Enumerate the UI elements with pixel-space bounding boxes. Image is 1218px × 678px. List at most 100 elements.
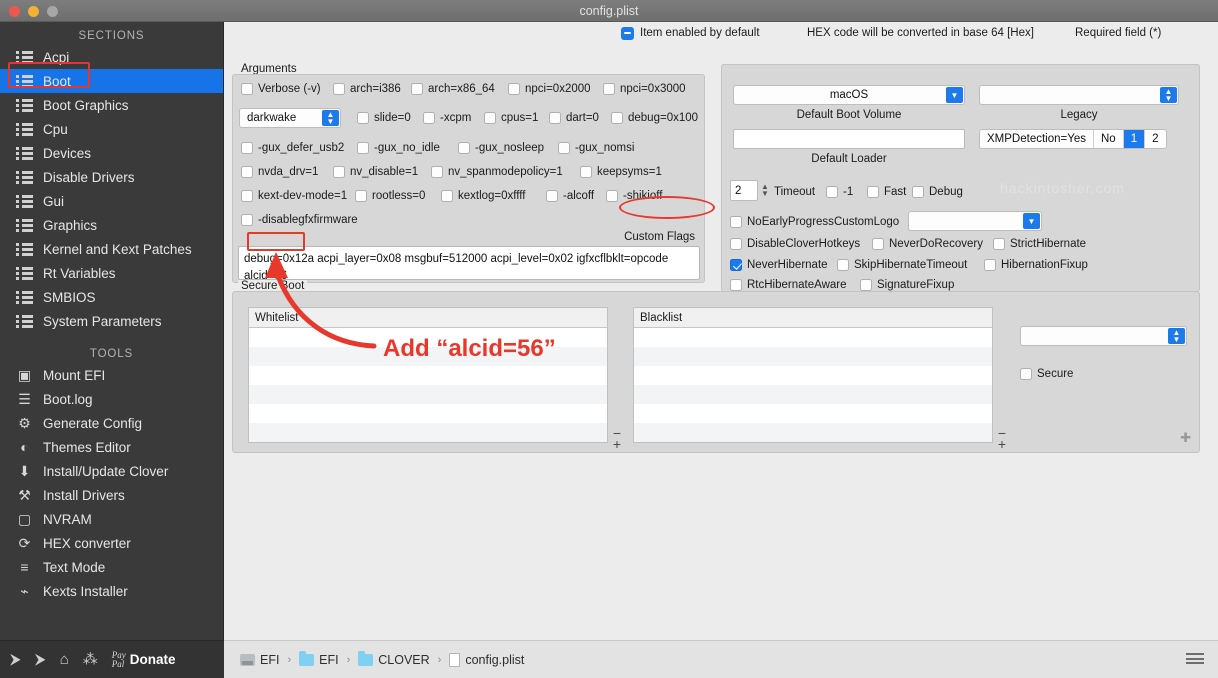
table-row[interactable]: [634, 347, 992, 366]
checkbox-box[interactable]: [730, 279, 742, 291]
sidebar-tool-generate-config[interactable]: ⚙ Generate Config: [0, 411, 223, 435]
checkbox-box[interactable]: [508, 83, 520, 95]
checkbox-xcpm[interactable]: -xcpm: [423, 112, 471, 124]
checkbox-kext-dev-mode[interactable]: kext-dev-mode=1: [241, 190, 347, 202]
checkbox-never-do-recovery[interactable]: NeverDoRecovery: [872, 238, 983, 250]
checkbox-gux-nomsi[interactable]: -gux_nomsi: [558, 142, 634, 154]
table-row[interactable]: [634, 328, 992, 347]
checkbox-box[interactable]: [355, 190, 367, 202]
blacklist-table[interactable]: Blacklist: [633, 307, 993, 443]
segment-xmpdetection-yes[interactable]: XMPDetection=Yes: [980, 130, 1094, 148]
table-row[interactable]: [634, 423, 992, 442]
chevron-down-icon[interactable]: ▼: [1023, 213, 1040, 229]
breadcrumb-item-config-plist[interactable]: config.plist: [449, 652, 524, 667]
checkbox-box[interactable]: [357, 112, 369, 124]
import-icon[interactable]: ⮞: [10, 652, 21, 667]
sidebar-item-system-parameters[interactable]: System Parameters: [0, 309, 223, 333]
sidebar-tool-kexts-installer[interactable]: ⌁ Kexts Installer: [0, 579, 223, 603]
checkbox-gux-defer-usb2[interactable]: -gux_defer_usb2: [241, 142, 344, 154]
checkbox-nv-disable[interactable]: nv_disable=1: [333, 166, 418, 178]
table-row[interactable]: [249, 328, 607, 347]
checkbox-box[interactable]: [730, 216, 742, 228]
checkbox-box[interactable]: [826, 186, 838, 198]
checkbox-box[interactable]: [357, 142, 369, 154]
chevron-updown-icon[interactable]: ▲ ▼: [1160, 87, 1177, 103]
checkbox-box[interactable]: [241, 214, 253, 226]
checkbox-arch-i386[interactable]: arch=i386: [333, 83, 401, 95]
checkbox-box[interactable]: [611, 112, 623, 124]
checkbox-disable-clover-hotkeys[interactable]: DisableCloverHotkeys: [730, 238, 860, 250]
checkbox-nv-spanmodepolicy[interactable]: nv_spanmodepolicy=1: [431, 166, 563, 178]
chevron-updown-icon[interactable]: ▲ ▼: [1168, 328, 1185, 344]
breadcrumb-item-clover[interactable]: CLOVER: [358, 650, 430, 667]
checkbox-rootless[interactable]: rootless=0: [355, 190, 425, 202]
checkbox-box[interactable]: [730, 238, 742, 250]
checkbox-cpus-1[interactable]: cpus=1: [484, 112, 538, 124]
chevron-down-icon[interactable]: ▼: [946, 87, 963, 103]
table-row[interactable]: [634, 366, 992, 385]
checkbox-no-early-progress[interactable]: NoEarlyProgress: [730, 216, 834, 228]
sidebar-item-boot[interactable]: Boot: [0, 69, 223, 93]
table-row[interactable]: [249, 404, 607, 423]
checkbox-box[interactable]: [606, 190, 618, 202]
timeout-stepper[interactable]: ▲ ▼: [759, 180, 771, 200]
share-icon[interactable]: ⁂: [83, 652, 98, 667]
checkbox-disablegfxfirmware[interactable]: -disablegfxfirmware: [241, 214, 358, 226]
stepper-down-icon[interactable]: ▼: [761, 190, 769, 198]
checkbox-strict-hibernate[interactable]: StrictHibernate: [993, 238, 1086, 250]
default-loader-input[interactable]: [733, 129, 965, 149]
export-icon[interactable]: ⮞: [35, 652, 46, 667]
checkbox-box[interactable]: [872, 238, 884, 250]
checkbox-gux-nosleep[interactable]: -gux_nosleep: [458, 142, 544, 154]
checkbox-signature-fixup[interactable]: SignatureFixup: [860, 279, 954, 291]
checkbox-box[interactable]: [333, 83, 345, 95]
checkbox-npci-2000[interactable]: npci=0x2000: [508, 83, 591, 95]
checkbox-skip-hibernate-timeout[interactable]: SkipHibernateTimeout: [837, 259, 967, 271]
sidebar-item-disable-drivers[interactable]: Disable Drivers: [0, 165, 223, 189]
table-row[interactable]: [249, 347, 607, 366]
sidebar-tool-mount-efi[interactable]: ▣ Mount EFI: [0, 363, 223, 387]
segment-2[interactable]: 2: [1145, 130, 1165, 148]
default-boot-volume-dropdown[interactable]: macOS ▼: [733, 85, 965, 105]
table-row[interactable]: [249, 366, 607, 385]
checkbox-box[interactable]: [580, 166, 592, 178]
sidebar-tool-nvram[interactable]: ▢ NVRAM: [0, 507, 223, 531]
sidebar-tool-text-mode[interactable]: ≡ Text Mode: [0, 555, 223, 579]
sidebar-item-graphics[interactable]: Graphics: [0, 213, 223, 237]
sidebar-item-devices[interactable]: Devices: [0, 141, 223, 165]
checkbox-hibernation-fixup[interactable]: HibernationFixup: [984, 259, 1088, 271]
resize-move-icon[interactable]: ✚: [1180, 430, 1191, 446]
checkbox-gux-no-idle[interactable]: -gux_no_idle: [357, 142, 440, 154]
checkbox-box[interactable]: [984, 259, 996, 271]
breadcrumb-item-efi-folder[interactable]: EFI: [299, 650, 339, 667]
segment-1[interactable]: 1: [1123, 130, 1146, 148]
checkbox-dart-0[interactable]: dart=0: [549, 112, 599, 124]
menu-icon[interactable]: [1186, 653, 1204, 666]
checkbox-timeout-minus1[interactable]: -1: [826, 186, 853, 198]
checkbox-box[interactable]: [333, 166, 345, 178]
sidebar-tool-hex-converter[interactable]: ⟳ HEX converter: [0, 531, 223, 555]
checkbox-box[interactable]: [241, 190, 253, 202]
whitelist-add-button[interactable]: +: [611, 437, 623, 451]
checkbox-arch-x86-64[interactable]: arch=x86_64: [411, 83, 495, 95]
checkbox-rtc-hibernate-aware[interactable]: RtcHibernateAware: [730, 279, 847, 291]
checkbox-box[interactable]: [1020, 368, 1032, 380]
checkbox-debug[interactable]: Debug: [912, 186, 963, 198]
sidebar-item-gui[interactable]: Gui: [0, 189, 223, 213]
checkbox-box[interactable]: [241, 142, 253, 154]
sidebar-item-acpi[interactable]: Acpi: [0, 45, 223, 69]
checkbox-box[interactable]: [431, 166, 443, 178]
checkbox-box[interactable]: [860, 279, 872, 291]
table-row[interactable]: [634, 404, 992, 423]
custom-flags-textarea[interactable]: debug=0x12a acpi_layer=0x08 msgbuf=51200…: [238, 246, 700, 280]
checkbox-box[interactable]: [549, 112, 561, 124]
sidebar-tool-boot-log[interactable]: ☰ Boot.log: [0, 387, 223, 411]
sidebar-tool-install-update-clover[interactable]: ⬇ Install/Update Clover: [0, 459, 223, 483]
blacklist-add-button[interactable]: +: [996, 437, 1008, 451]
checkbox-box[interactable]: [441, 190, 453, 202]
sidebar-item-kernel-and-kext-patches[interactable]: Kernel and Kext Patches: [0, 237, 223, 261]
segment-no[interactable]: No: [1094, 130, 1124, 148]
checkbox-box[interactable]: [603, 83, 615, 95]
sidebar-item-rt-variables[interactable]: Rt Variables: [0, 261, 223, 285]
custom-logo-dropdown[interactable]: ▼: [908, 211, 1042, 231]
